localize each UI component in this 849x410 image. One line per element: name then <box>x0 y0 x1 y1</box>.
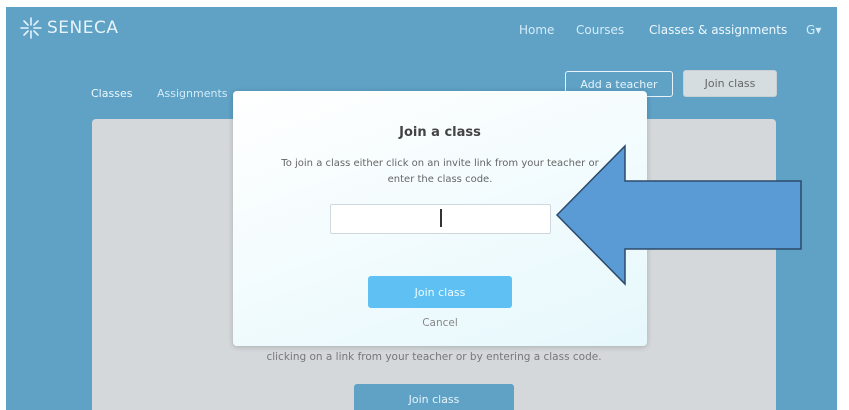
pointer-arrow-icon <box>555 144 802 286</box>
arrow-shape <box>555 144 802 286</box>
